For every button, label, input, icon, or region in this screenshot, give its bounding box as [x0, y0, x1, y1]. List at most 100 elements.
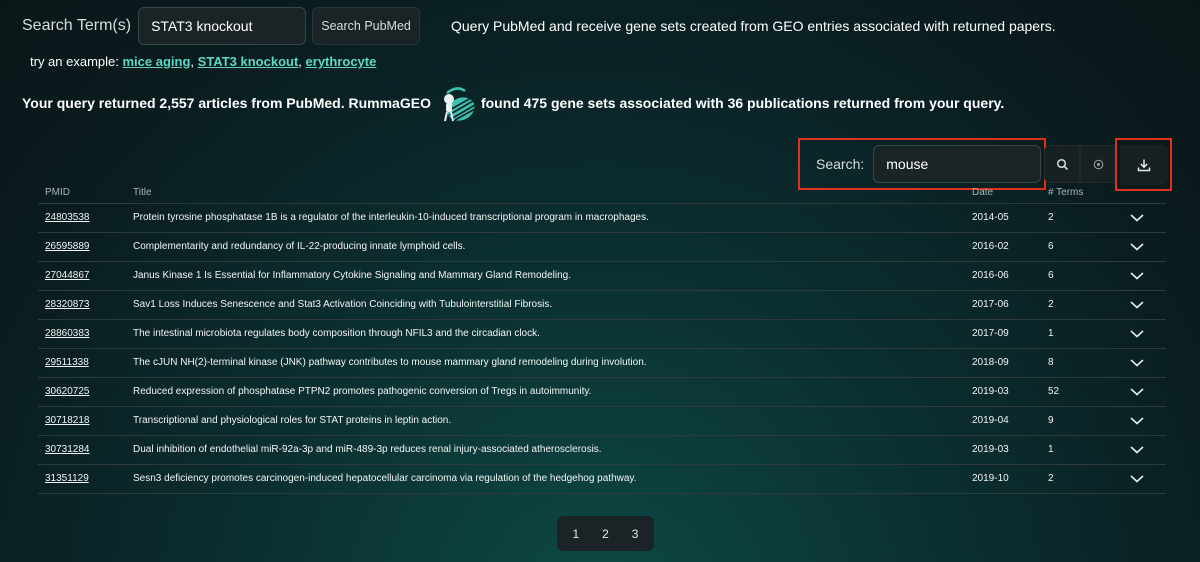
example-link-mice-aging[interactable]: mice aging	[123, 54, 191, 69]
pmid-cell: 28320873	[38, 290, 133, 320]
pmid-link[interactable]: 26595889	[45, 241, 90, 252]
expand-cell[interactable]	[1128, 261, 1166, 291]
pmid-link[interactable]: 24803538	[45, 212, 90, 223]
rummageo-logo-icon	[443, 87, 476, 122]
date-cell: 2017-09	[972, 319, 1048, 349]
pmid-link[interactable]: 30718218	[45, 415, 90, 426]
chevron-down-icon[interactable]	[1130, 213, 1144, 222]
pmid-cell: 29511338	[38, 348, 133, 378]
pmid-link[interactable]: 30731284	[45, 444, 90, 455]
title-cell: Reduced expression of phosphatase PTPN2 …	[133, 377, 972, 407]
date-cell: 2019-04	[972, 406, 1048, 436]
chevron-down-icon[interactable]	[1130, 242, 1144, 251]
chevron-down-icon[interactable]	[1130, 329, 1144, 338]
pmid-link[interactable]: 27044867	[45, 270, 90, 281]
pagination: 1 2 3	[557, 516, 654, 551]
table-row: 29511338 The cJUN NH(2)-terminal kinase (…	[38, 348, 1166, 378]
terms-cell: 9	[1048, 406, 1128, 436]
page-description: Query PubMed and receive gene sets creat…	[451, 18, 1056, 34]
date-cell: 2019-03	[972, 435, 1048, 465]
terms-cell: 6	[1048, 232, 1128, 262]
pmid-link[interactable]: 28320873	[45, 299, 90, 310]
title-cell: Janus Kinase 1 Is Essential for Inflamma…	[133, 261, 972, 291]
pmid-cell: 28860383	[38, 319, 133, 349]
terms-cell: 2	[1048, 290, 1128, 320]
date-cell: 2014-05	[972, 203, 1048, 233]
expand-cell[interactable]	[1128, 435, 1166, 465]
title-cell: The cJUN NH(2)-terminal kinase (JNK) pat…	[133, 348, 972, 378]
summary-text-1: Your query returned 2,557 articles from …	[22, 95, 431, 111]
chevron-down-icon[interactable]	[1130, 474, 1144, 483]
header-date[interactable]: Date	[972, 183, 1048, 204]
expand-cell[interactable]	[1128, 406, 1166, 436]
pmid-cell: 30620725	[38, 377, 133, 407]
expand-cell[interactable]	[1128, 464, 1166, 494]
table-search-input[interactable]	[873, 145, 1042, 183]
title-cell: Transcriptional and physiological roles …	[133, 406, 972, 436]
terms-cell: 1	[1048, 435, 1128, 465]
expand-cell[interactable]	[1128, 232, 1166, 262]
pmid-link[interactable]: 31351129	[45, 473, 89, 484]
terms-cell: 1	[1048, 319, 1128, 349]
chevron-down-icon[interactable]	[1130, 445, 1144, 454]
table-header-row: PMID Title Date # Terms	[38, 183, 1166, 204]
header-terms[interactable]: # Terms	[1048, 183, 1128, 204]
terms-cell: 8	[1048, 348, 1128, 378]
table-row: 28320873 Sav1 Loss Induces Senescence and…	[38, 290, 1166, 320]
chevron-down-icon[interactable]	[1130, 271, 1144, 280]
search-pubmed-button[interactable]: Search PubMed	[312, 7, 421, 45]
terms-cell: 2	[1048, 203, 1128, 233]
chevron-down-icon[interactable]	[1130, 358, 1144, 367]
example-link-stat3-knockout[interactable]: STAT3 knockout	[198, 54, 299, 69]
search-icon	[1056, 158, 1068, 170]
terms-cell: 2	[1048, 464, 1128, 494]
table-row: 26595889 Complementarity and redundancy o…	[38, 232, 1166, 262]
page-2-button[interactable]: 2	[591, 527, 619, 541]
table-row: 30620725 Reduced expression of phosphatas…	[38, 377, 1166, 407]
date-cell: 2018-09	[972, 348, 1048, 378]
download-button[interactable]	[1119, 144, 1168, 185]
example-link-erythrocyte[interactable]: erythrocyte	[306, 54, 377, 69]
date-cell: 2016-06	[972, 261, 1048, 291]
expand-cell[interactable]	[1128, 319, 1166, 349]
search-term-label: Search Term(s)	[22, 17, 132, 34]
pmid-link[interactable]: 28860383	[45, 328, 90, 339]
table-row: 30731284 Dual inhibition of endothelial m…	[38, 435, 1166, 465]
date-cell: 2017-06	[972, 290, 1048, 320]
expand-cell[interactable]	[1128, 348, 1166, 378]
header-pmid[interactable]: PMID	[38, 183, 133, 204]
table-row: 24803538 Protein tyrosine phosphatase 1B …	[38, 203, 1166, 233]
page-1-button[interactable]: 1	[562, 527, 590, 541]
table-row: 27044867 Janus Kinase 1 Is Essential for …	[38, 261, 1166, 291]
table-row: 28860383 The intestinal microbiota regula…	[38, 319, 1166, 349]
expand-cell[interactable]	[1128, 203, 1166, 233]
chevron-down-icon[interactable]	[1130, 387, 1144, 396]
expand-cell[interactable]	[1128, 290, 1166, 320]
table-row: 30718218 Transcriptional and physiologica…	[38, 406, 1166, 436]
pmid-link[interactable]: 29511338	[45, 357, 89, 368]
search-bar: Search Term(s) Search PubMed	[22, 7, 421, 45]
terms-cell: 52	[1048, 377, 1128, 407]
results-table: PMID Title Date # Terms 24803538 Protein …	[38, 183, 1166, 494]
pmid-cell: 26595889	[38, 232, 133, 262]
pmid-cell: 31351129	[38, 464, 133, 494]
header-title[interactable]: Title	[133, 183, 972, 204]
search-term-input[interactable]	[138, 7, 307, 45]
page-3-button[interactable]: 3	[621, 527, 649, 541]
title-cell: Protein tyrosine phosphatase 1B is a reg…	[133, 203, 972, 233]
example-prefix: try an example:	[30, 54, 119, 69]
date-cell: 2019-10	[972, 464, 1048, 494]
pmid-cell: 30718218	[38, 406, 133, 436]
table-clear-button[interactable]	[1080, 145, 1116, 183]
expand-cell[interactable]	[1128, 377, 1166, 407]
chevron-down-icon[interactable]	[1130, 416, 1144, 425]
summary-text-2: found 475 gene sets associated with 36 p…	[480, 95, 1005, 111]
table-search-label: Search:	[816, 156, 865, 172]
title-cell: Dual inhibition of endothelial miR-92a-3…	[133, 435, 972, 465]
header-expand	[1128, 183, 1166, 204]
chevron-down-icon[interactable]	[1130, 300, 1144, 309]
pmid-link[interactable]: 30620725	[45, 386, 90, 397]
pmid-cell: 27044867	[38, 261, 133, 291]
example-row: try an example: mice aging, STAT3 knocko…	[30, 54, 377, 69]
table-search-button[interactable]	[1044, 145, 1080, 183]
